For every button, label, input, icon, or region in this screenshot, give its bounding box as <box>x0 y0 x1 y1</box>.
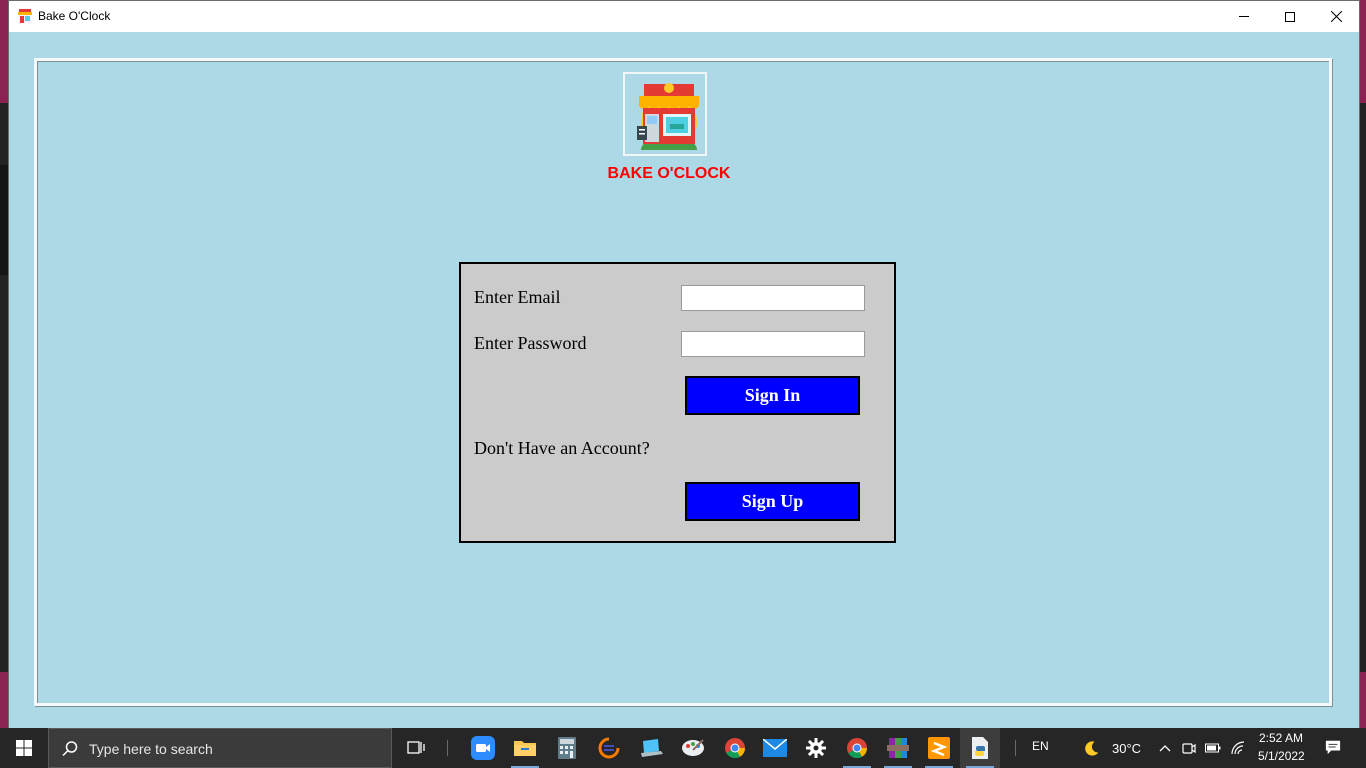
password-field[interactable] <box>681 331 865 357</box>
chrome-icon[interactable] <box>837 728 877 768</box>
clock-date[interactable]: 5/1/2022 <box>1258 749 1305 763</box>
paint-icon[interactable] <box>673 728 713 768</box>
windows-icon <box>16 740 32 756</box>
title-bar[interactable]: Bake O'Clock <box>9 1 1359 32</box>
close-icon <box>1330 11 1342 22</box>
brand-title: BAKE O'CLOCK <box>607 165 731 182</box>
sign-in-button[interactable]: Sign In <box>685 376 860 415</box>
mail-icon[interactable] <box>755 728 795 768</box>
minimize-button[interactable] <box>1221 1 1267 32</box>
weather-temperature[interactable]: 30°C <box>1112 741 1141 756</box>
password-label: Enter Password <box>474 333 587 353</box>
task-view-icon[interactable] <box>396 728 436 768</box>
chrome-icon[interactable] <box>715 728 755 768</box>
app-window: Bake O'Clock BAKE O'CLOCK Enter Email En… <box>8 0 1360 729</box>
notification-icon[interactable] <box>1325 739 1341 755</box>
login-panel: Enter Email Enter Password Sign In Don't… <box>459 262 896 543</box>
email-field[interactable] <box>681 285 865 311</box>
email-label: Enter Email <box>474 287 561 307</box>
search-placeholder: Type here to search <box>89 741 213 757</box>
clock-time[interactable]: 2:52 AM <box>1259 731 1303 745</box>
window-title: Bake O'Clock <box>38 9 111 23</box>
taskbar: Type here to search EN 30°C 2:52 AM 5/1/… <box>0 728 1366 768</box>
settings-icon[interactable] <box>796 728 836 768</box>
laptop-icon[interactable] <box>631 728 671 768</box>
taskbar-search-box[interactable]: Type here to search <box>48 728 392 768</box>
zoom-icon[interactable] <box>463 728 503 768</box>
account-prompt: Don't Have an Account? <box>474 438 650 458</box>
calculator-icon[interactable] <box>547 728 587 768</box>
meet-now-icon[interactable] <box>1181 740 1197 756</box>
taskbar-separator <box>447 740 448 756</box>
close-button[interactable] <box>1313 1 1359 32</box>
desktop-edge-right <box>1360 0 1366 728</box>
battery-icon[interactable] <box>1205 740 1221 756</box>
bakery-app-icon <box>17 8 33 24</box>
python-idle-icon[interactable] <box>960 728 1000 768</box>
desktop-edge-left <box>0 0 8 728</box>
eclipse-icon[interactable] <box>589 728 629 768</box>
main-content: BAKE O'CLOCK Enter Email Enter Password … <box>9 32 1359 729</box>
maximize-button[interactable] <box>1267 1 1313 32</box>
language-indicator[interactable]: EN <box>1032 739 1049 753</box>
bakery-logo <box>623 72 707 156</box>
tray-separator <box>1015 740 1016 756</box>
file-explorer-icon[interactable] <box>505 728 545 768</box>
wifi-icon[interactable] <box>1230 740 1246 756</box>
winrar-icon[interactable] <box>878 728 918 768</box>
moon-weather-icon[interactable] <box>1084 740 1100 756</box>
chevron-up-icon[interactable] <box>1157 740 1173 756</box>
start-button[interactable] <box>0 728 48 768</box>
sublime-icon[interactable] <box>919 728 959 768</box>
bakery-shop-icon <box>637 83 699 150</box>
sign-up-button[interactable]: Sign Up <box>685 482 860 521</box>
search-icon <box>62 741 78 757</box>
